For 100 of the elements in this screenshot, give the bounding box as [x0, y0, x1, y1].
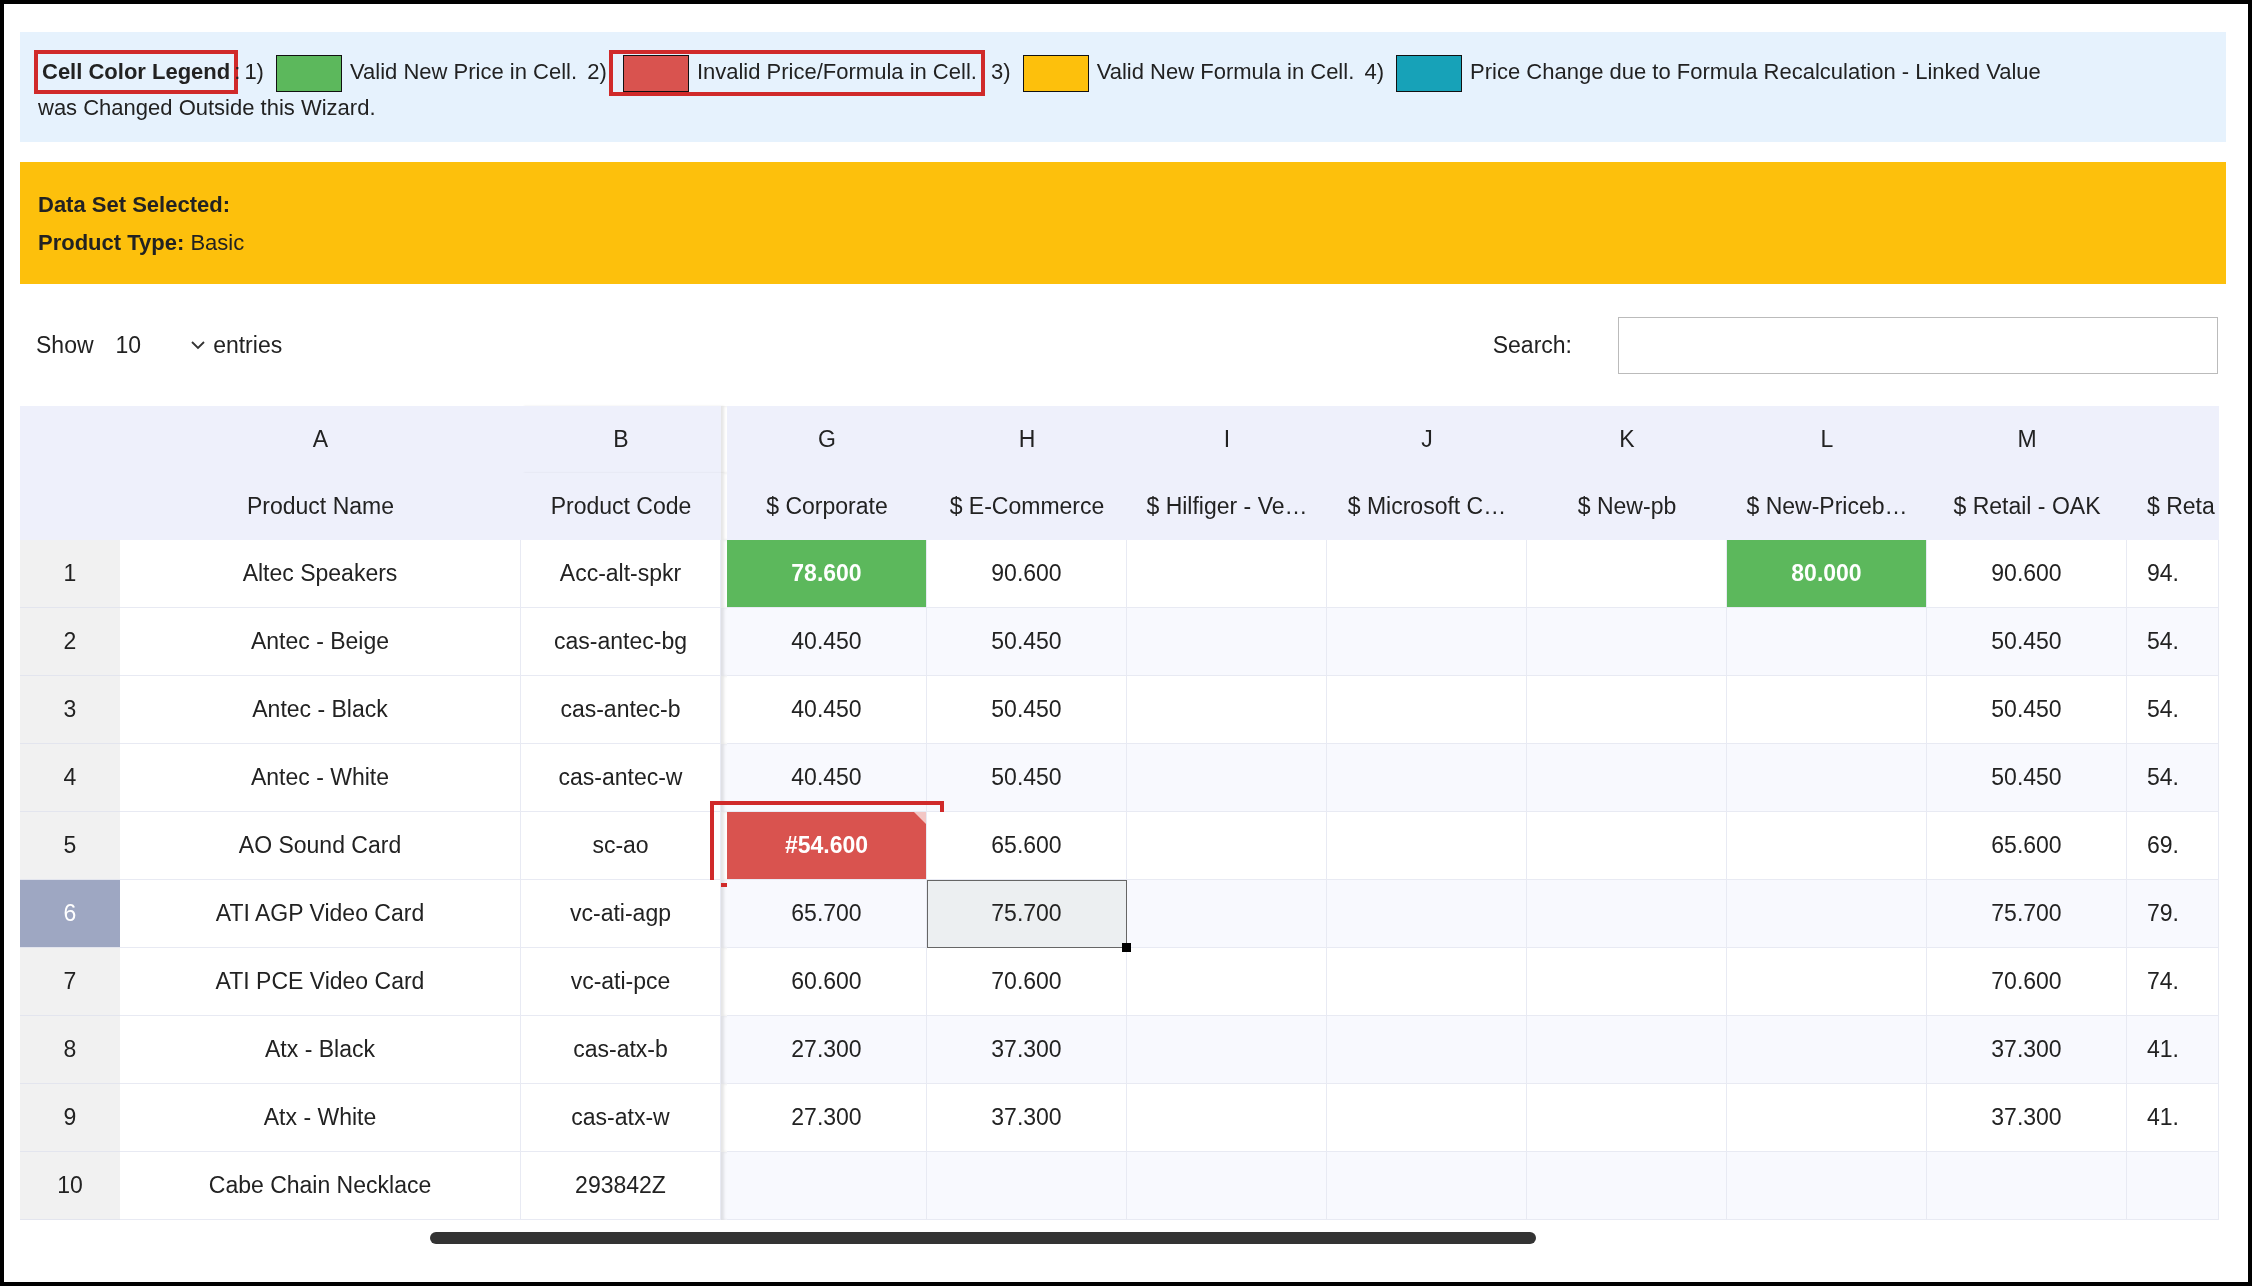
row-number: 8	[20, 1016, 120, 1084]
entries-label: entries	[213, 331, 283, 359]
table-cell: 50.450	[927, 676, 1127, 744]
table-cell: 293842Z	[521, 1152, 721, 1220]
table-cell: 41.	[2127, 1084, 2219, 1152]
row-number: 5	[20, 812, 120, 880]
column-header: Product Code	[550, 493, 692, 520]
search-field[interactable]	[1618, 316, 2218, 374]
table-cell: 74.	[2127, 948, 2219, 1016]
column-header: $ New-pb	[1577, 493, 1677, 520]
row-number: 10	[20, 1152, 120, 1220]
table-cell: 60.600	[727, 948, 927, 1016]
table-cell: 27.300	[727, 1084, 927, 1152]
scrollbar-thumb[interactable]	[430, 1232, 1536, 1244]
legend-label: Valid New Price in Cell.	[350, 59, 578, 84]
table-cell: Altec Speakers	[120, 540, 521, 608]
legend-label: Price Change due to Formula Recalculation - Linked Value	[1470, 59, 2041, 84]
table-cell: 90.600	[1927, 540, 2127, 608]
table-cell: 90.600	[927, 540, 1127, 608]
column-letter: K	[1619, 426, 1635, 453]
legend-title: Cell Color Legend	[42, 59, 231, 84]
column-letter: B	[613, 426, 629, 453]
table-cell: Antec - Beige	[120, 608, 521, 676]
table-cell: Cabe Chain Necklace	[120, 1152, 521, 1220]
column-letter: H	[1018, 426, 1036, 453]
table-cell: 37.300	[1927, 1084, 2127, 1152]
column-header: $ E-Commerce	[949, 493, 1105, 520]
legend-number: 3)	[991, 59, 1011, 84]
column-header: Product Name	[247, 493, 394, 520]
column-header: $ Microsoft C…	[1347, 493, 1507, 520]
table-cell: 37.300	[1927, 1016, 2127, 1084]
table-cell: 27.300	[727, 1016, 927, 1084]
column-header: $ Corporate	[766, 493, 888, 520]
column-letter: I	[1223, 426, 1231, 453]
table-cell: 78.600	[727, 540, 927, 608]
dataset-line: Data Set Selected:	[38, 191, 231, 219]
chevron-down-icon	[191, 340, 206, 350]
row-number: 2	[20, 608, 120, 676]
legend-number: 4)	[1364, 59, 1384, 84]
table-cell: vc-ati-pce	[521, 948, 721, 1016]
table-cell: cas-atx-w	[521, 1084, 721, 1152]
row-number: 9	[20, 1084, 120, 1152]
table-cell: Atx - White	[120, 1084, 521, 1152]
column-header: $ Reta	[2147, 493, 2215, 520]
table-cell: Antec - White	[120, 744, 521, 812]
table-cell: 65.600	[927, 812, 1127, 880]
table-cell: cas-antec-w	[521, 744, 721, 812]
table-cell: AO Sound Card	[120, 812, 521, 880]
table-cell: 50.450	[927, 744, 1127, 812]
legend-number: 2)	[587, 59, 607, 84]
table-cell: 50.450	[1927, 608, 2127, 676]
dataset-line: Product Type: Basic	[38, 229, 246, 257]
table-cell: 54.	[2127, 744, 2219, 812]
table-cell: vc-ati-agp	[521, 880, 721, 948]
table-cell: cas-antec-b	[521, 676, 721, 744]
table-cell: 37.300	[927, 1016, 1127, 1084]
table-cell: 40.450	[727, 744, 927, 812]
table-cell: 80.000	[1727, 540, 1927, 608]
column-header: $ Retail - OAK	[1953, 493, 2101, 520]
column-letter: L	[1820, 426, 1834, 453]
column-header: $ New-Priceb…	[1746, 493, 1908, 520]
fill-handle[interactable]	[1122, 943, 1131, 952]
table-cell: ATI PCE Video Card	[120, 948, 521, 1016]
table-cell: 79.	[2127, 880, 2219, 948]
show-label: Show	[36, 331, 94, 359]
row-number: 3	[20, 676, 120, 744]
table-cell: 50.450	[1927, 676, 2127, 744]
table-cell: 65.700	[727, 880, 927, 948]
column-letter: M	[2017, 426, 2037, 453]
search-label: Search:	[1492, 331, 1572, 359]
table-cell: cas-antec-bg	[521, 608, 721, 676]
table-cell: 75.700	[1927, 880, 2127, 948]
table-cell: Antec - Black	[120, 676, 521, 744]
legend-number: 1)	[244, 59, 264, 84]
table-cell: 54.	[2127, 676, 2219, 744]
table-cell: sc-ao	[521, 812, 721, 880]
legend-label: was Changed Outside this Wizard.	[38, 94, 377, 122]
column-letter: G	[818, 426, 836, 453]
table-cell: 40.450	[727, 608, 927, 676]
legend-label: Valid New Formula in Cell.	[1096, 59, 1355, 84]
row-number: 7	[20, 948, 120, 1016]
table-cell: 94.	[2127, 540, 2219, 608]
table-cell: 70.600	[1927, 948, 2127, 1016]
column-letter: A	[312, 426, 329, 453]
legend-label: Invalid Price/Formula in Cell.	[696, 59, 977, 84]
table-cell: Acc-alt-spkr	[521, 540, 721, 608]
table-cell: 41.	[2127, 1016, 2219, 1084]
row-number: 6	[20, 880, 120, 948]
table-cell: 65.600	[1927, 812, 2127, 880]
page-size-select[interactable]: 10	[115, 331, 206, 359]
table-cell: 37.300	[927, 1084, 1127, 1152]
colon-text: :	[234, 59, 241, 84]
table-cell: 54.	[2127, 608, 2219, 676]
table-cell: 40.450	[727, 676, 927, 744]
table-cell: 50.450	[1927, 744, 2127, 812]
row-number: 4	[20, 744, 120, 812]
table-cell: ATI AGP Video Card	[120, 880, 521, 948]
column-header: $ Hilfiger - Ve…	[1146, 493, 1308, 520]
table-cell: Atx - Black	[120, 1016, 521, 1084]
table-cell: 50.450	[927, 608, 1127, 676]
